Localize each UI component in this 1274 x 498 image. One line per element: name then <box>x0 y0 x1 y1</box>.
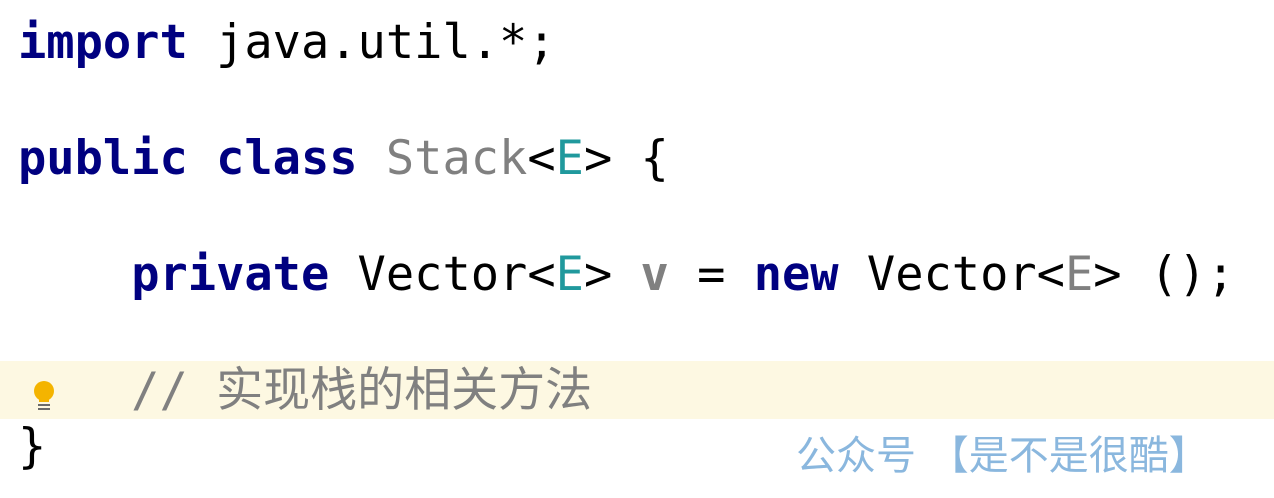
code-line-2[interactable]: public class Stack<E> { <box>18 130 669 188</box>
type-param-e: E <box>555 247 584 302</box>
generic-open: < <box>527 131 556 186</box>
keyword-new: new <box>753 247 839 302</box>
assign-operator: = <box>668 247 754 302</box>
type-param-e: E <box>555 131 584 186</box>
keyword-private: private <box>131 247 330 302</box>
comment-marker: // <box>18 363 217 418</box>
code-line-1[interactable]: import java.util.*; <box>18 14 556 72</box>
type-param-e-redundant: E <box>1064 247 1094 302</box>
field-v: v <box>640 247 669 302</box>
keyword-class: class <box>216 131 358 186</box>
code-editor[interactable]: import java.util.*; public class Stack<E… <box>0 0 1274 498</box>
keyword-import: import <box>18 15 188 70</box>
generic-close-brace: > { <box>583 131 669 186</box>
class-name-stack: Stack <box>385 131 528 186</box>
type-vector: Vector< <box>329 247 556 302</box>
keyword-public: public <box>18 131 188 186</box>
import-target: java.util.*; <box>187 15 556 70</box>
comment-text: 实现栈的相关方法 <box>216 363 593 418</box>
constructor-call-end: > (); <box>1093 247 1235 302</box>
type-vector: Vector< <box>838 247 1065 302</box>
generic-close: > <box>583 247 641 302</box>
closing-brace: } <box>18 419 47 474</box>
watermark: 公众号 【是不是很酷】 <box>796 433 1209 479</box>
code-line-4[interactable]: // 实现栈的相关方法 <box>18 362 592 420</box>
code-line-3[interactable]: private Vector<E> v = new Vector<E> (); <box>18 246 1235 304</box>
code-line-5[interactable]: } <box>18 418 46 476</box>
